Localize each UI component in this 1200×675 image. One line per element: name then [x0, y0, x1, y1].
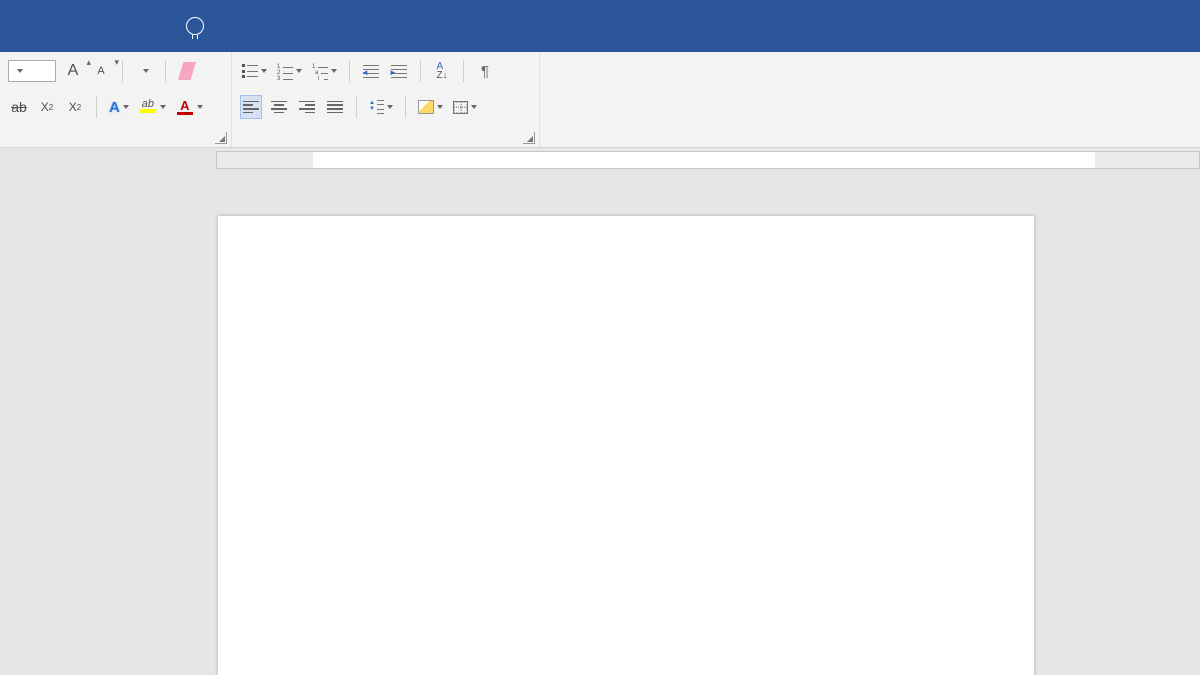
- align-left-icon: [243, 101, 259, 114]
- horizontal-ruler[interactable]: [216, 151, 1200, 169]
- justify-button[interactable]: [324, 95, 346, 119]
- show-marks-button[interactable]: ¶: [474, 59, 496, 83]
- align-right-button[interactable]: [296, 95, 318, 119]
- align-center-button[interactable]: [268, 95, 290, 119]
- separator: [122, 60, 123, 82]
- clear-formatting-button[interactable]: [176, 59, 198, 83]
- paragraph-dialog-launcher[interactable]: [523, 132, 535, 144]
- numbering-icon: 123: [277, 64, 293, 78]
- decrease-indent-button[interactable]: ◄: [360, 59, 382, 83]
- font-size-input[interactable]: [8, 60, 56, 82]
- justify-icon: [327, 101, 343, 114]
- separator: [463, 60, 464, 82]
- bullets-button[interactable]: [240, 59, 269, 83]
- increase-indent-icon: ►: [391, 65, 407, 78]
- decrease-indent-icon: ◄: [363, 65, 379, 78]
- borders-icon: [453, 101, 468, 114]
- tab-mailings[interactable]: [50, 22, 54, 30]
- separator: [420, 60, 421, 82]
- document-page[interactable]: [218, 216, 1034, 675]
- numbering-button[interactable]: 123: [275, 59, 304, 83]
- strikethrough-button[interactable]: ab: [8, 95, 30, 119]
- tab-references[interactable]: [18, 22, 22, 30]
- align-left-button[interactable]: [240, 95, 262, 119]
- sort-button[interactable]: AZ↓: [431, 59, 453, 83]
- ruler-area: [0, 148, 1200, 172]
- tab-help[interactable]: [146, 22, 150, 30]
- font-dialog-launcher[interactable]: [215, 132, 227, 144]
- grow-font-button[interactable]: A: [62, 59, 84, 83]
- font-color-button[interactable]: A: [174, 95, 205, 119]
- align-center-icon: [271, 101, 287, 114]
- borders-button[interactable]: [451, 95, 479, 119]
- sort-icon: AZ↓: [436, 62, 447, 80]
- group-label-paragraph: [232, 141, 539, 147]
- increase-indent-button[interactable]: ►: [388, 59, 410, 83]
- multilevel-list-button[interactable]: 1ai: [310, 59, 339, 83]
- font-color-icon: A: [176, 99, 194, 115]
- change-case-button[interactable]: [133, 59, 155, 83]
- group-font: A A ab X2 X2 A ab A: [0, 52, 232, 147]
- multilevel-icon: 1ai: [312, 64, 328, 78]
- separator: [405, 96, 406, 118]
- group-paragraph: 123 1ai ◄ ► AZ↓ ¶ ▲▼: [232, 52, 540, 147]
- text-effects-button[interactable]: A: [107, 95, 131, 119]
- group-label-styles: [540, 56, 1200, 62]
- separator: [165, 60, 166, 82]
- align-right-icon: [299, 101, 315, 114]
- separator: [349, 60, 350, 82]
- shading-button[interactable]: [416, 95, 445, 119]
- highlight-icon: ab: [139, 99, 157, 115]
- line-spacing-icon: ▲▼: [369, 100, 384, 114]
- ribbon: A A ab X2 X2 A ab A 123: [0, 52, 1200, 148]
- menu-bar: [0, 0, 1200, 52]
- shading-icon: [418, 100, 434, 114]
- superscript-button[interactable]: X2: [64, 95, 86, 119]
- tab-review[interactable]: [82, 22, 86, 30]
- subscript-button[interactable]: X2: [36, 95, 58, 119]
- line-spacing-button[interactable]: ▲▼: [367, 95, 395, 119]
- separator: [96, 96, 97, 118]
- bullets-icon: [242, 64, 258, 78]
- separator: [356, 96, 357, 118]
- tell-me-search[interactable]: [186, 17, 216, 35]
- tab-view[interactable]: [114, 22, 118, 30]
- shrink-font-button[interactable]: A: [90, 59, 112, 83]
- document-workspace[interactable]: [0, 172, 1200, 675]
- lightbulb-icon: [186, 17, 204, 35]
- eraser-icon: [178, 62, 196, 80]
- group-label-font: [0, 141, 231, 147]
- group-styles: [540, 52, 1200, 147]
- highlight-button[interactable]: ab: [137, 95, 168, 119]
